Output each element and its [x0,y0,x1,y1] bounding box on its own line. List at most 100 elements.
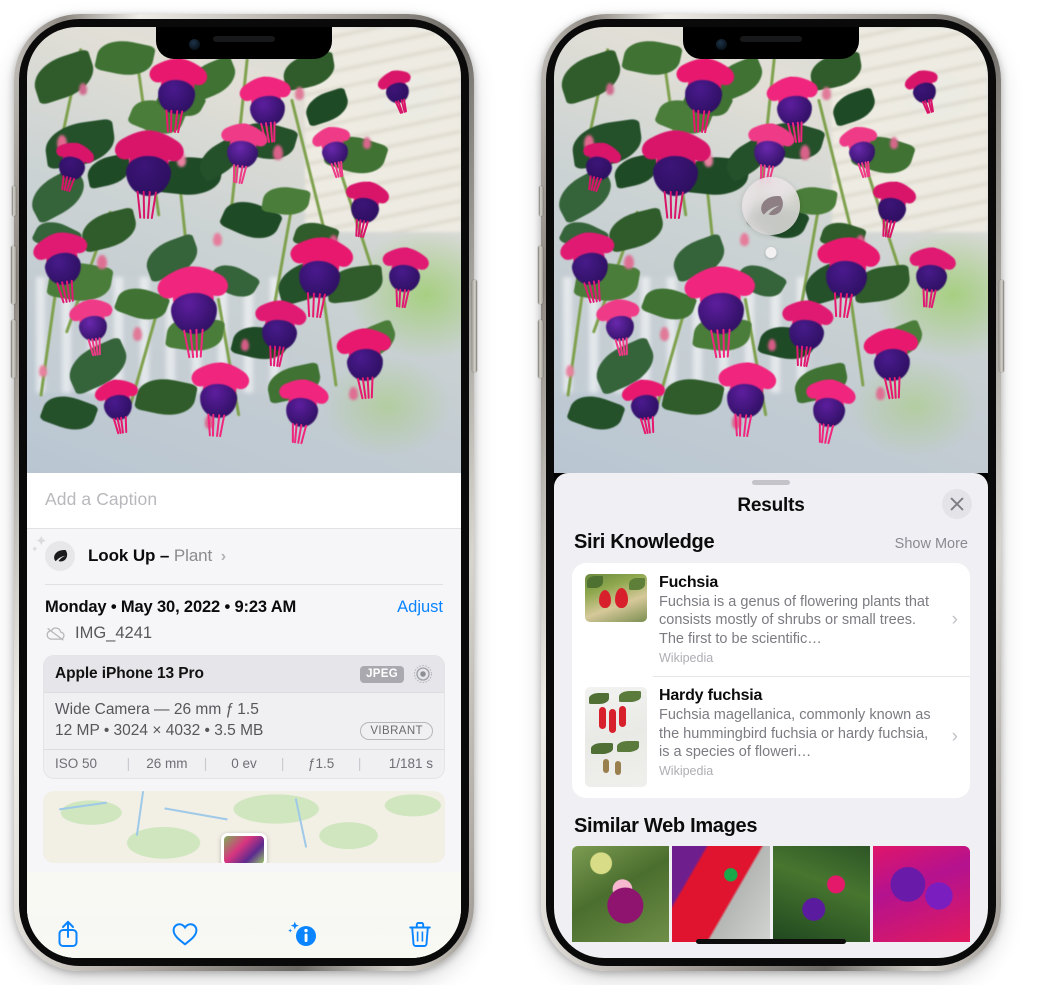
volume-down-button[interactable] [11,320,16,378]
power-button[interactable] [472,280,477,372]
chevron-right-icon: › [951,608,958,630]
caption-field-row[interactable]: Add a Caption [27,473,461,529]
flower-bud [822,87,831,100]
earpiece-speaker [213,36,275,42]
mute-switch[interactable] [539,186,543,216]
flower-stamen [669,190,672,218]
thumb-leaf-1 [587,576,603,588]
camera-body: Wide Camera — 26 mm ƒ 1.5 12 MP • 3024 ×… [44,693,444,749]
chevron-right-icon: › [220,548,227,565]
flower-cluster [797,372,860,451]
flower-bud [606,83,614,95]
knowledge-thumbnail [585,574,647,622]
volume-up-button[interactable] [11,246,16,304]
flower-stamen [273,121,276,143]
volume-up-button[interactable] [538,246,543,304]
thumb-leaf-3 [591,743,613,755]
knowledge-thumbnail [585,687,647,788]
favorite-button[interactable] [168,917,202,951]
flower-bud [79,83,87,95]
volume-down-button[interactable] [538,320,543,378]
flower-bud [660,327,669,341]
trash-icon [409,922,431,947]
flower-cluster [270,372,333,451]
flower-cluster [711,355,780,443]
share-button[interactable] [51,917,85,951]
photo-image[interactable] [27,27,461,473]
show-more-button[interactable]: Show More [895,536,968,552]
mute-switch[interactable] [12,186,16,216]
web-image-4[interactable] [872,846,970,943]
icloud-slash-icon [46,627,65,641]
flower-cluster [376,241,434,314]
front-camera-icon [189,39,200,50]
knowledge-text: Fuchsia Fuchsia is a genus of flowering … [659,574,938,665]
flower-bud [213,233,222,246]
right-iphone-device: Results Siri Knowledge Show More Fuchsia… [538,14,1004,971]
power-button[interactable] [999,280,1004,372]
exif-focal-length: 26 mm [146,756,188,771]
web-image-1[interactable] [572,846,670,943]
flower-cluster [679,257,762,365]
map-photo-pin[interactable] [221,833,267,863]
home-indicator[interactable] [696,939,846,944]
flower-cluster [332,321,399,406]
thumb-leaf-2 [629,578,645,590]
right-screen: Results Siri Knowledge Show More Fuchsia… [554,27,988,958]
exif-shutter-speed: 1/181 s [388,756,434,771]
flower-bud [768,339,776,351]
visual-look-up-badge[interactable] [742,177,800,235]
exif-separator-4: | [357,756,362,771]
knowledge-source: Wikipedia [659,764,714,779]
flower-cluster [617,372,673,441]
caption-input[interactable]: Add a Caption [45,489,443,510]
info-button[interactable] [286,917,320,951]
exif-separator-1: | [126,756,131,771]
flower-cluster [65,292,121,362]
sparkle-small-icon: ✦ [31,544,39,554]
location-map[interactable] [43,791,445,863]
photo-toolbar [27,900,461,958]
siri-knowledge-header: Siri Knowledge Show More [554,531,988,563]
flower-cluster [336,173,394,244]
exif-aperture: ƒ1.5 [307,756,335,771]
camera-device-name: Apple iPhone 13 Pro [55,665,204,682]
foliage-leaf [39,389,99,437]
exif-separator-3: | [280,756,285,771]
camera-lens-info: Wide Camera — 26 mm ƒ 1.5 [55,701,259,718]
flower-cluster [863,173,921,244]
flower-stamen [311,292,315,318]
flower-stamen [272,345,276,367]
flower-bud [39,365,47,377]
adjust-button[interactable]: Adjust [397,598,443,617]
leaf-icon: ✦ ✦ [31,534,75,571]
flower-cluster [247,292,312,374]
flower-stamen [124,416,127,434]
flower-corolla [345,347,385,383]
flower-corolla [652,154,699,197]
chevron-right-icon: › [951,726,958,748]
notch [156,27,332,59]
flower-cluster [184,355,253,443]
knowledge-item-fuchsia[interactable]: Fuchsia Fuchsia is a genus of flowering … [572,563,970,676]
look-up-category: Plant [173,546,213,565]
look-up-title: Look Up [88,546,156,565]
web-image-3[interactable] [772,846,870,943]
thumb-bud-2 [615,761,621,776]
exif-separator-2: | [203,756,208,771]
thumb-leaf-2 [619,691,641,703]
look-up-row[interactable]: ✦ ✦ Look Up – Plant › [27,529,461,584]
flower-cluster [592,292,648,362]
map-river-3 [295,798,308,849]
close-button[interactable] [942,489,972,519]
knowledge-item-hardy-fuchsia[interactable]: Hardy fuchsia Fuchsia magellanica, commo… [572,676,970,798]
siri-knowledge-card: Fuchsia Fuchsia is a genus of flowering … [572,563,970,799]
delete-button[interactable] [403,917,437,951]
camera-info-card[interactable]: Apple iPhone 13 Pro JPEG Wide Camera — 2… [43,655,445,779]
flower-cluster [152,257,235,365]
web-image-2[interactable] [672,846,770,943]
flower-bud [133,327,142,341]
leaf-icon [761,195,783,216]
flower-bud [800,145,810,160]
thumb-leaf-1 [589,693,609,705]
